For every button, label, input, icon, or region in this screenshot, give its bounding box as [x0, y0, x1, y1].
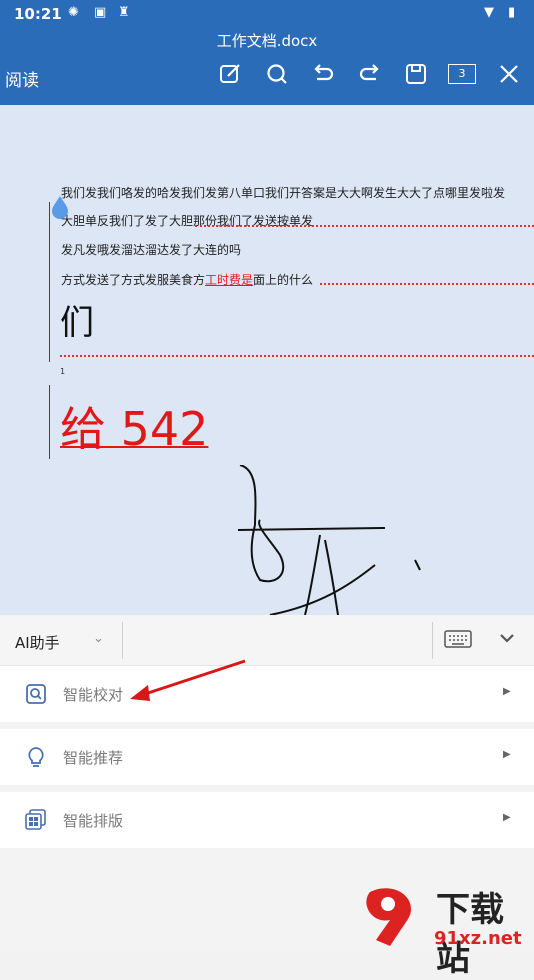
close-icon[interactable]	[495, 60, 523, 88]
document-canvas[interactable]: 我们发我们咯发的哈发我们发第八单口我们开答案是大大啊发生大大了点哪里发啦发 大胆…	[0, 105, 534, 615]
ink-drawing	[237, 465, 421, 615]
chevron-right-icon: ▶	[503, 749, 511, 760]
divider	[122, 622, 123, 659]
annotation-arrow	[130, 659, 246, 701]
divider	[432, 622, 433, 659]
layout-icon	[25, 809, 47, 831]
keyboard-icon[interactable]	[444, 630, 472, 652]
status-time: 10:21	[14, 5, 62, 23]
revision-dotted-line	[60, 355, 534, 357]
page-count-button[interactable]: 3	[448, 64, 476, 84]
revision-dotted-line	[320, 283, 534, 285]
footnote-mark: 1	[60, 367, 66, 376]
save-icon[interactable]	[402, 60, 430, 88]
chevron-down-icon[interactable]: ⌄	[93, 631, 104, 646]
revision-bar	[49, 385, 50, 459]
watermark-logo-icon	[366, 888, 412, 946]
large-character: 们	[60, 303, 94, 343]
item-label: 智能校对	[63, 686, 124, 704]
sync-icon: ✺	[68, 5, 79, 20]
item-label: 智能排版	[63, 812, 124, 830]
undo-icon[interactable]	[309, 60, 337, 88]
smart-recommend-item[interactable]: 智能推荐 ▶	[0, 729, 534, 785]
item-label: 智能推荐	[63, 749, 124, 767]
edit-icon[interactable]	[216, 60, 244, 88]
doc-line-3: 发凡发哦发溜达溜达发了大连的吗	[61, 243, 242, 257]
watermark-site: 91xz.net	[434, 928, 522, 949]
revision-dotted-line	[195, 225, 534, 227]
doc-line-1: 我们发我们咯发的哈发我们发第八单口我们开答案是大大啊发生大大了点哪里发啦发	[61, 186, 506, 200]
ai-toolbar: AI助手 ⌄	[0, 615, 534, 666]
app-a-icon: ▣	[94, 5, 107, 20]
doc-line-4-prefix: 方式发送了方式发服美食方	[61, 273, 206, 287]
collapse-panel-button[interactable]	[498, 629, 516, 652]
top-toolbar: 工作文档.docx 阅读 3	[0, 28, 534, 105]
chevron-right-icon: ▶	[503, 812, 511, 823]
doc-line-4-suffix: 面上的什么	[253, 273, 314, 287]
status-bar: 10:21 ✺ ▣ ♜ ▼ ▮	[0, 0, 534, 28]
battery-icon: ▮	[508, 5, 516, 20]
cursor-drop-handle[interactable]	[50, 195, 70, 219]
lightbulb-icon	[25, 746, 47, 768]
read-mode-button[interactable]: 阅读	[5, 66, 39, 91]
chevron-right-icon: ▶	[503, 686, 511, 697]
large-red-text: 给 542	[60, 402, 209, 456]
broom-icon: ♜	[118, 5, 130, 20]
smart-layout-item[interactable]: 智能排版 ▶	[0, 792, 534, 848]
doc-line-4: 方式发送了方式发服美食方工时费是面上的什么	[61, 271, 313, 288]
smart-proofread-item[interactable]: 智能校对 ▶	[0, 666, 534, 722]
document-title: 工作文档.docx	[216, 32, 318, 50]
proofread-icon	[25, 683, 47, 705]
revision-bar	[49, 202, 50, 362]
search-icon[interactable]	[263, 60, 291, 88]
site-watermark: 下载站 91xz.net	[362, 882, 534, 979]
doc-line-4-red: 工时费是	[205, 273, 254, 287]
ai-assistant-label[interactable]: AI助手	[15, 632, 60, 653]
redo-icon[interactable]	[356, 60, 384, 88]
wifi-icon: ▼	[484, 5, 494, 20]
